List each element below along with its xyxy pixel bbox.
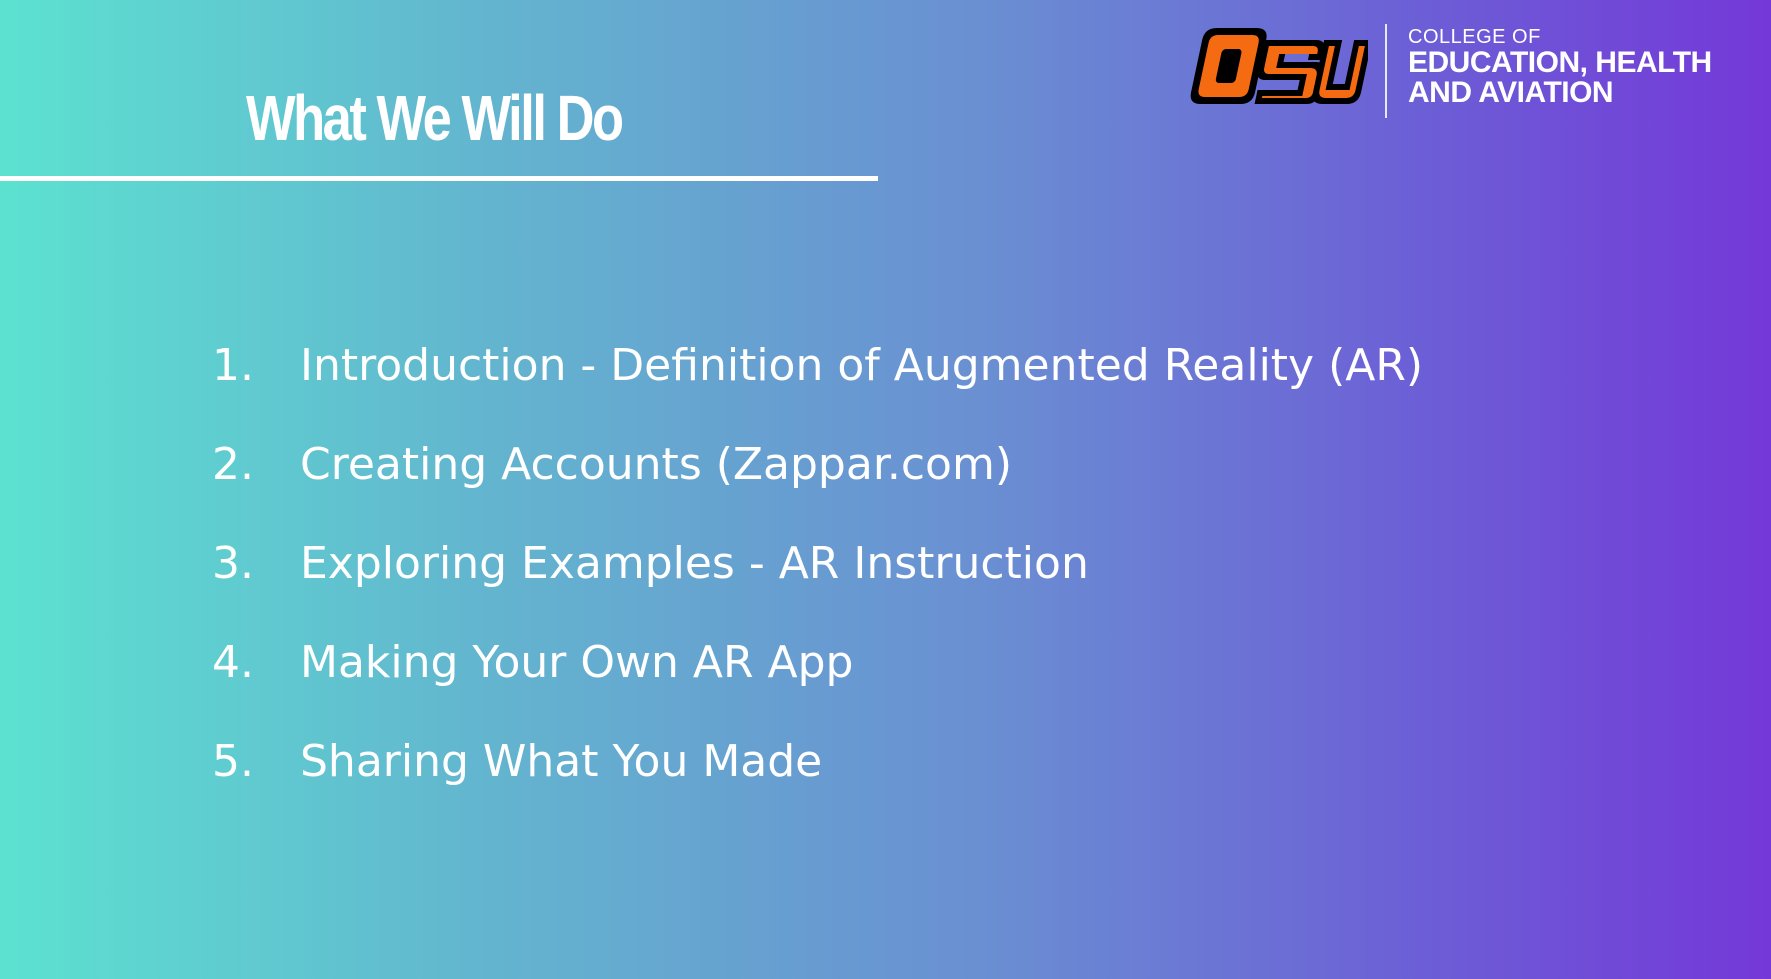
agenda-item-number: 3. (212, 538, 254, 589)
slide-title: What We Will Do (246, 82, 624, 154)
agenda-item: 1. Introduction - Definition of Augmente… (212, 340, 1423, 439)
agenda-item-text: Introduction - Definition of Augmented R… (300, 340, 1424, 391)
college-branding: COLLEGE OF EDUCATION, HEALTH AND AVIATIO… (1182, 18, 1742, 124)
college-name-line1: COLLEGE OF (1408, 26, 1541, 48)
agenda-list: 1. Introduction - Definition of Augmente… (212, 340, 1423, 835)
agenda-item: 2. Creating Accounts (Zappar.com) (212, 439, 1423, 538)
presentation-slide: What We Will Do COLLEGE OF EDUCATION, HE… (0, 0, 1771, 979)
agenda-item-text: Making Your Own AR App (300, 637, 854, 688)
agenda-item-text: Creating Accounts (Zappar.com) (300, 439, 1012, 490)
logo-divider (1385, 24, 1387, 118)
college-name: COLLEGE OF EDUCATION, HEALTH AND AVIATIO… (1408, 26, 1712, 108)
agenda-item: 4. Making Your Own AR App (212, 637, 1423, 736)
college-name-line3: AND AVIATION (1408, 76, 1614, 109)
osu-logo-icon (1190, 28, 1368, 104)
agenda-item-number: 2. (212, 439, 254, 490)
agenda-item-number: 5. (212, 736, 254, 787)
agenda-item-number: 1. (212, 340, 254, 391)
agenda-item-number: 4. (212, 637, 254, 688)
title-underline (0, 176, 878, 181)
agenda-item-text: Sharing What You Made (300, 736, 823, 787)
agenda-item: 3. Exploring Examples - AR Instruction (212, 538, 1423, 637)
agenda-item: 5. Sharing What You Made (212, 736, 1423, 835)
college-name-line2: EDUCATION, HEALTH (1408, 46, 1712, 79)
agenda-item-text: Exploring Examples - AR Instruction (300, 538, 1089, 589)
